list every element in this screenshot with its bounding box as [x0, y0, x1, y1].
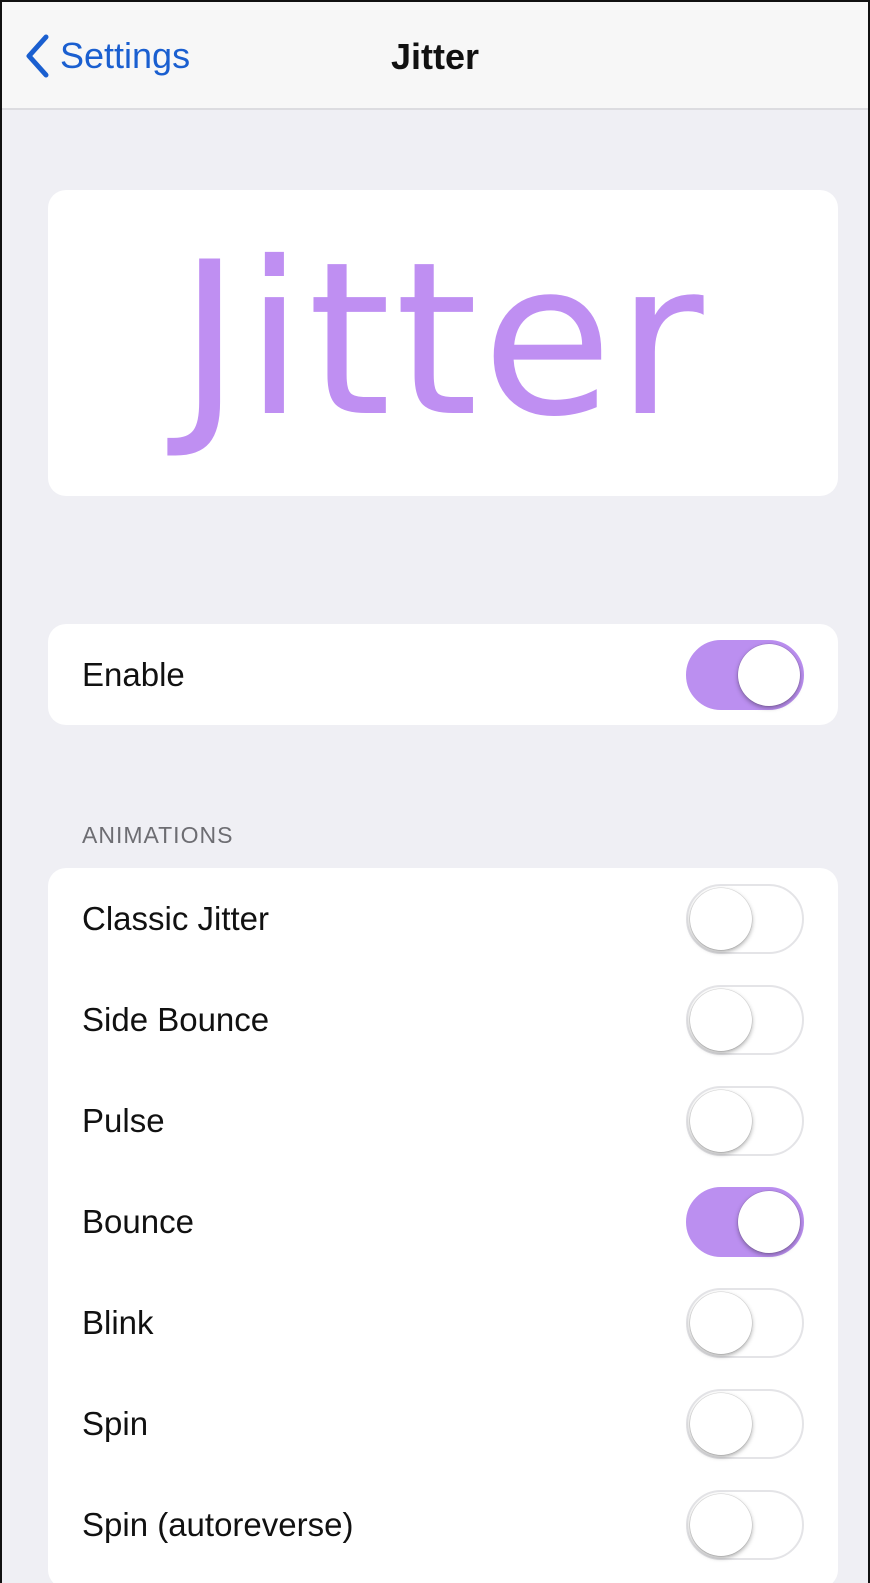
enable-label: Enable	[82, 655, 185, 693]
toggle-knob	[738, 643, 800, 706]
animation-label: Spin	[82, 1404, 149, 1442]
toggle-knob	[738, 1190, 800, 1253]
jitter-logo: Jitter	[178, 216, 708, 463]
animation-row-spin: Spin	[48, 1373, 838, 1474]
spin-toggle[interactable]	[686, 1388, 804, 1459]
navigation-bar: Settings Jitter	[2, 2, 868, 110]
toggle-knob	[690, 887, 752, 950]
bounce-toggle[interactable]	[686, 1186, 804, 1257]
spin-autoreverse-toggle[interactable]	[686, 1489, 804, 1560]
animation-label: Side Bounce	[82, 1000, 270, 1038]
blink-toggle[interactable]	[686, 1287, 804, 1358]
side-bounce-toggle[interactable]	[686, 984, 804, 1055]
enable-row: Enable	[48, 624, 838, 725]
toggle-knob	[690, 1089, 752, 1152]
enable-toggle[interactable]	[686, 639, 804, 710]
toggle-knob	[690, 1392, 752, 1455]
animations-section-header: ANIMATIONS	[82, 822, 234, 848]
animation-label: Classic Jitter	[82, 899, 270, 937]
classic-jitter-toggle[interactable]	[686, 883, 804, 954]
animation-label: Blink	[82, 1303, 154, 1341]
animations-group: Classic Jitter Side Bounce Pulse Bounce …	[48, 868, 838, 1583]
page-title: Jitter	[390, 36, 480, 77]
animation-label: Bounce	[82, 1202, 194, 1240]
animation-row-classic-jitter: Classic Jitter	[48, 868, 838, 969]
toggle-knob	[690, 1291, 752, 1354]
animation-row-bounce: Bounce	[48, 1171, 838, 1272]
animation-row-spin-autoreverse: Spin (autoreverse)	[48, 1474, 838, 1575]
logo-card: Jitter	[48, 190, 838, 496]
animation-row-pulse: Pulse	[48, 1070, 838, 1171]
animation-label: Pulse	[82, 1101, 165, 1139]
enable-group: Enable	[48, 624, 838, 725]
animation-label: Spin (autoreverse)	[82, 1505, 354, 1543]
animation-row-side-bounce: Side Bounce	[48, 969, 838, 1070]
animation-row-blink: Blink	[48, 1272, 838, 1373]
toggle-knob	[690, 988, 752, 1051]
pulse-toggle[interactable]	[686, 1085, 804, 1156]
settings-screen: Settings Jitter Jitter Enable ANIMATIONS…	[0, 0, 870, 1583]
toggle-knob	[690, 1493, 752, 1556]
